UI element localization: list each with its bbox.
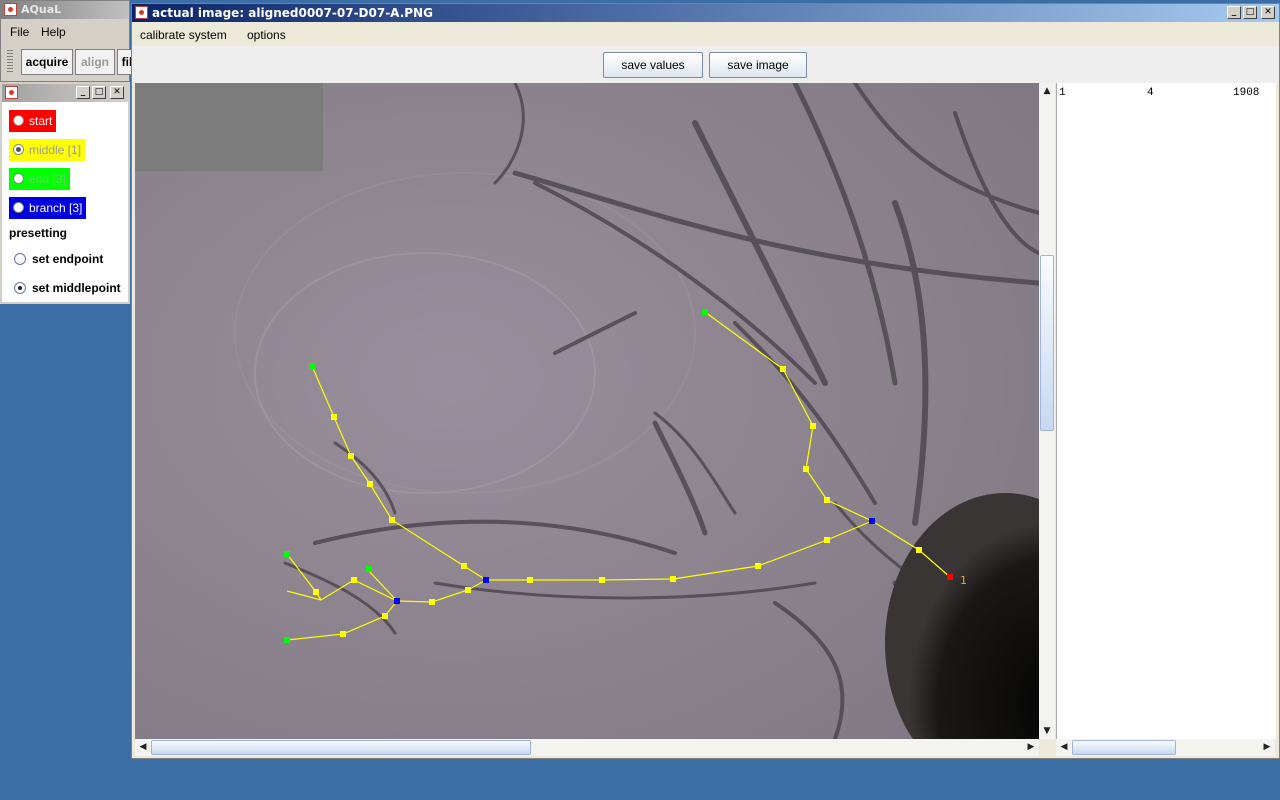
- menu-help[interactable]: Help: [41, 25, 66, 39]
- end-marker-button[interactable]: end [3]: [9, 168, 70, 190]
- aqual-titlebar[interactable]: AQuaL: [1, 1, 129, 19]
- align-button[interactable]: align: [75, 49, 115, 75]
- middle-node[interactable]: [599, 577, 605, 583]
- palette-titlebar[interactable]: _ □ ✕: [2, 84, 128, 102]
- scroll-right-icon[interactable]: ▶: [1023, 739, 1039, 755]
- aqual-menubar: File Help: [1, 21, 129, 43]
- branch-node[interactable]: [394, 598, 400, 604]
- radio-dot-icon: [13, 115, 24, 126]
- aqual-window: AQuaL File Help acquire align fil: [0, 0, 137, 82]
- acquire-button[interactable]: acquire: [21, 49, 73, 75]
- middle-marker-button[interactable]: middle [1]: [9, 139, 86, 161]
- save-values-button[interactable]: save values: [603, 52, 703, 78]
- scroll-down-icon[interactable]: ▼: [1039, 723, 1055, 739]
- middle-label: middle [1]: [29, 143, 82, 157]
- middle-node[interactable]: [382, 613, 388, 619]
- middle-node[interactable]: [527, 577, 533, 583]
- values-horizontal-scrollbar[interactable]: ◀ ▶: [1056, 739, 1275, 756]
- presetting-label: presetting: [9, 226, 68, 240]
- middle-node[interactable]: [389, 517, 395, 523]
- end-node[interactable]: [309, 363, 315, 369]
- scroll-right-icon[interactable]: ▶: [1259, 739, 1275, 755]
- maximize-icon[interactable]: □: [1243, 6, 1257, 19]
- scroll-thumb[interactable]: [1040, 255, 1054, 431]
- marker-palette-window: _ □ ✕ start middle [1] end [3] branch [3…: [0, 82, 130, 304]
- image-window: actual image: aligned0007-07-D07-A.PNG _…: [131, 3, 1280, 759]
- branch-label: branch [3]: [29, 201, 83, 215]
- branch-marker-button[interactable]: branch [3]: [9, 197, 87, 219]
- scroll-left-icon[interactable]: ◀: [135, 739, 151, 755]
- end-node[interactable]: [284, 551, 290, 557]
- start-node[interactable]: [947, 574, 953, 580]
- set-middlepoint-radio[interactable]: set middlepoint: [14, 280, 121, 296]
- radio-circle-icon: [14, 253, 26, 265]
- start-label: start: [29, 114, 53, 128]
- aqual-toolbar: acquire align fil: [7, 47, 137, 77]
- image-menubar: calibrate system options: [132, 24, 1279, 46]
- value-length: 1908: [1233, 87, 1260, 99]
- value-index: 1: [1059, 87, 1066, 99]
- middle-node[interactable]: [340, 631, 346, 637]
- java-icon: [135, 6, 148, 19]
- middle-node[interactable]: [810, 423, 816, 429]
- image-window-title: actual image: aligned0007-07-D07-A.PNG: [152, 6, 433, 20]
- radio-dot-icon: [13, 144, 24, 155]
- middle-node[interactable]: [755, 563, 761, 569]
- save-image-button[interactable]: save image: [709, 52, 807, 78]
- middle-node[interactable]: [670, 576, 676, 582]
- middle-node[interactable]: [461, 563, 467, 569]
- radio-dot-icon: [13, 173, 24, 184]
- values-panel: 1 4 1908: [1056, 83, 1276, 739]
- middle-node[interactable]: [313, 589, 319, 595]
- maximize-icon[interactable]: □: [92, 86, 106, 99]
- menu-calibrate-system[interactable]: calibrate system: [140, 28, 227, 42]
- scroll-thumb[interactable]: [151, 740, 531, 755]
- middle-node[interactable]: [780, 366, 786, 372]
- image-window-titlebar[interactable]: actual image: aligned0007-07-D07-A.PNG _…: [132, 4, 1279, 22]
- radio-circle-icon: [14, 282, 26, 294]
- branch-node[interactable]: [869, 518, 875, 524]
- image-horizontal-scrollbar[interactable]: ◀ ▶: [135, 739, 1039, 756]
- micrograph-canvas[interactable]: 1: [135, 83, 1039, 739]
- minimize-icon[interactable]: _: [76, 86, 90, 99]
- end-node[interactable]: [284, 637, 290, 643]
- middle-node[interactable]: [824, 537, 830, 543]
- toolbar-grip[interactable]: [7, 50, 13, 74]
- java-icon: [4, 3, 17, 16]
- set-endpoint-label: set endpoint: [32, 252, 104, 266]
- set-endpoint-radio[interactable]: set endpoint: [14, 251, 103, 267]
- image-viewport[interactable]: 1: [135, 83, 1039, 739]
- branch-node[interactable]: [483, 577, 489, 583]
- middle-node[interactable]: [803, 466, 809, 472]
- middle-node[interactable]: [348, 453, 354, 459]
- end-node[interactable]: [366, 566, 372, 572]
- grey-overlay-patch: [135, 83, 323, 171]
- middle-node[interactable]: [824, 497, 830, 503]
- start-marker-button[interactable]: start: [9, 110, 57, 132]
- middle-node[interactable]: [916, 547, 922, 553]
- menu-options[interactable]: options: [247, 28, 286, 42]
- value-count: 4: [1147, 87, 1154, 99]
- scroll-up-icon[interactable]: ▲: [1039, 83, 1055, 99]
- start-node-label: 1: [960, 574, 967, 587]
- image-vertical-scrollbar[interactable]: ▲ ▼: [1039, 83, 1055, 739]
- middle-node[interactable]: [351, 577, 357, 583]
- minimize-icon[interactable]: _: [1227, 6, 1241, 19]
- end-label: end [3]: [29, 172, 66, 186]
- set-middlepoint-label: set middlepoint: [32, 281, 121, 295]
- java-icon: [5, 86, 18, 99]
- close-icon[interactable]: ✕: [1261, 6, 1275, 19]
- middle-node[interactable]: [429, 599, 435, 605]
- close-icon[interactable]: ✕: [110, 86, 124, 99]
- scroll-thumb[interactable]: [1072, 740, 1176, 755]
- middle-node[interactable]: [331, 414, 337, 420]
- middle-node[interactable]: [367, 481, 373, 487]
- menu-file[interactable]: File: [10, 25, 29, 39]
- action-bar: save values save image: [132, 46, 1279, 84]
- aqual-title: AQuaL: [21, 3, 62, 16]
- end-node[interactable]: [702, 309, 708, 315]
- scroll-left-icon[interactable]: ◀: [1056, 739, 1072, 755]
- radio-dot-icon: [13, 202, 24, 213]
- middle-node[interactable]: [465, 587, 471, 593]
